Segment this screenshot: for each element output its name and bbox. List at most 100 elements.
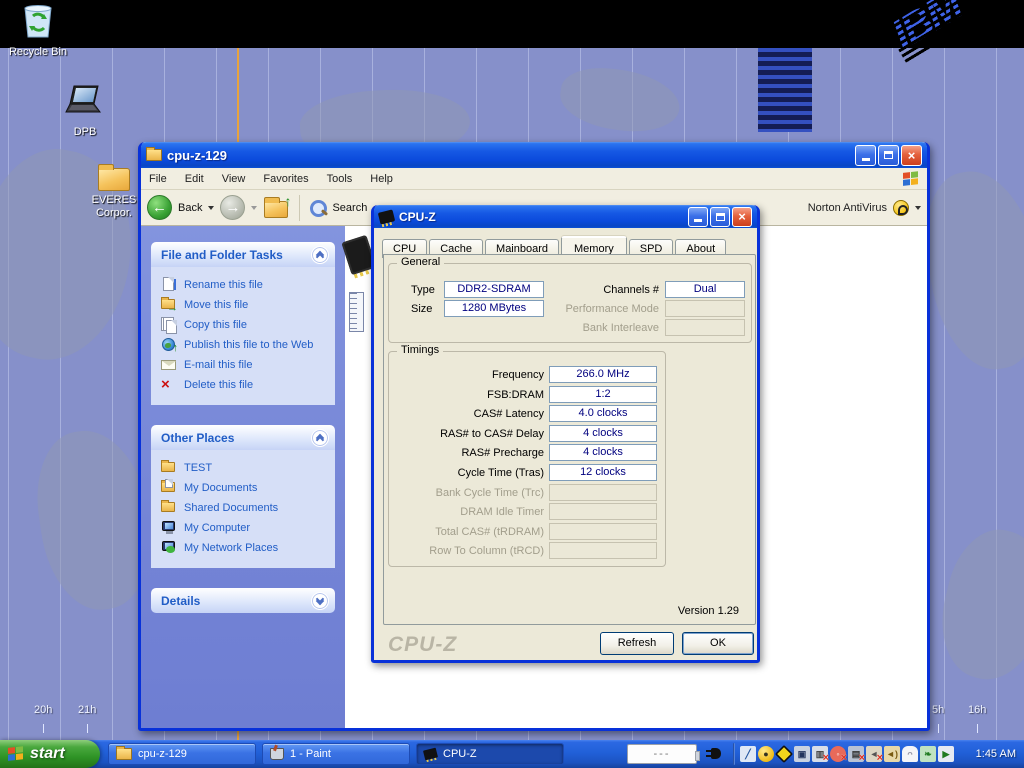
explorer-titlebar[interactable]: cpu-z-129 ×: [141, 142, 927, 168]
menu-help[interactable]: Help: [370, 173, 393, 185]
menu-favorites[interactable]: Favorites: [263, 173, 308, 185]
task-rename-this-file[interactable]: Rename this file: [161, 275, 329, 295]
norton-antivirus-icon[interactable]: ●: [758, 746, 774, 762]
other-places-panel: Other Places TEST My Documents Shared Do…: [151, 425, 335, 568]
total-cas-value: [549, 523, 657, 540]
ultranav-pointer-icon[interactable]: ╱: [740, 746, 756, 762]
channels-value: Dual: [665, 281, 745, 298]
windows-logo-icon: [903, 171, 919, 187]
expand-chevron-icon[interactable]: [311, 592, 329, 610]
taskbar-clock[interactable]: 1:45 AM: [976, 740, 1016, 768]
place-shared-documents[interactable]: Shared Documents: [161, 498, 329, 518]
maximize-button[interactable]: [878, 145, 899, 166]
ok-button[interactable]: OK: [682, 632, 754, 655]
chip-icon: [423, 748, 438, 761]
wireless-icon[interactable]: ❧: [920, 746, 936, 762]
computer-icon: [161, 520, 177, 536]
system-tray: ╱ ● ▣ ▥× ◦× ▤× ◄× ◄) ᴖ ❧ ▶: [740, 746, 954, 762]
back-button[interactable]: ←: [147, 195, 172, 220]
forward-button[interactable]: →: [220, 195, 245, 220]
timezone-label: 20h: [34, 704, 52, 733]
task-delete-this-file[interactable]: × Delete this file: [161, 375, 329, 395]
task-move-this-file[interactable]: → Move this file: [161, 295, 329, 315]
fsb-dram-value: 1:2: [549, 386, 657, 403]
battery-meter: ---: [627, 744, 697, 764]
dram-idle-timer-label: DRAM Idle Timer: [399, 506, 544, 518]
explorer-menubar: File Edit View Favorites Tools Help: [141, 168, 927, 190]
details-panel: Details: [151, 588, 335, 613]
refresh-button[interactable]: Refresh: [600, 632, 674, 655]
task-copy-this-file[interactable]: Copy this file: [161, 315, 329, 335]
bank-interleave-label: Bank Interleave: [549, 322, 659, 334]
chip-icon: [378, 209, 395, 224]
timings-group: Timings Frequency 266.0 MHz FSB:DRAM 1:2…: [388, 351, 666, 567]
close-button[interactable]: ×: [732, 207, 752, 227]
norton-antivirus-toolbar[interactable]: Norton AntiVirus: [808, 200, 921, 216]
taskbar-task-cpuz[interactable]: CPU-Z: [416, 743, 564, 765]
audio-muted-icon[interactable]: ◄×: [866, 746, 882, 762]
desktop-icon-recycle-bin[interactable]: Recycle Bin: [0, 4, 76, 59]
maximize-button[interactable]: [710, 207, 730, 227]
my-documents-icon: [161, 480, 177, 496]
messenger-offline-icon[interactable]: ◦×: [830, 746, 846, 762]
details-header[interactable]: Details: [151, 588, 335, 613]
place-my-documents[interactable]: My Documents: [161, 478, 329, 498]
search-icon[interactable]: [310, 200, 326, 216]
cpuz-dialog-title: CPU-Z: [399, 210, 683, 224]
ras-to-cas-label: RAS# to CAS# Delay: [399, 428, 544, 440]
dram-idle-timer-value: [549, 503, 657, 520]
hardware-dock-icon[interactable]: ▣: [794, 746, 810, 762]
close-button[interactable]: ×: [901, 145, 922, 166]
network-unplugged-icon[interactable]: ▥×: [812, 746, 828, 762]
cas-latency-value: 4.0 clocks: [549, 405, 657, 422]
norton-shield-icon: [893, 200, 909, 216]
taskbar-task-paint[interactable]: 1 - Paint: [262, 743, 410, 765]
minimize-button[interactable]: [688, 207, 708, 227]
menu-edit[interactable]: Edit: [185, 173, 204, 185]
file-icon[interactable]: [349, 292, 364, 332]
volume-icon[interactable]: ◄): [884, 746, 900, 762]
menu-tools[interactable]: Tools: [327, 173, 353, 185]
back-dropdown-caret[interactable]: [208, 206, 214, 210]
back-button-label[interactable]: Back: [178, 202, 202, 214]
folder-icon: [161, 500, 177, 516]
norton-dropdown-caret[interactable]: [915, 206, 921, 210]
ras-to-cas-value: 4 clocks: [549, 425, 657, 442]
display-settings-icon[interactable]: ▶: [938, 746, 954, 762]
laptop-icon: [62, 84, 108, 120]
file-and-folder-tasks-header[interactable]: File and Folder Tasks: [151, 242, 335, 267]
network-places-icon: [161, 540, 177, 556]
frequency-value: 266.0 MHz: [549, 366, 657, 383]
start-button[interactable]: start: [0, 740, 100, 768]
paint-icon: [270, 748, 284, 760]
collapse-chevron-icon[interactable]: [311, 429, 329, 447]
version-text: Version 1.29: [678, 605, 739, 617]
minimize-button[interactable]: [855, 145, 876, 166]
place-my-network-places[interactable]: My Network Places: [161, 538, 329, 558]
power-scheme-icon[interactable]: [775, 745, 793, 763]
cpuz-titlebar[interactable]: CPU-Z ×: [374, 205, 757, 228]
wallpaper-stripe-decoration: [758, 48, 812, 132]
taskbar-task-cpu-z-129[interactable]: cpu-z-129: [108, 743, 256, 765]
other-places-header[interactable]: Other Places: [151, 425, 335, 450]
menu-view[interactable]: View: [222, 173, 246, 185]
place-test[interactable]: TEST: [161, 458, 329, 478]
explorer-task-pane: File and Folder Tasks Rename this file →…: [141, 226, 345, 728]
task-email-this-file[interactable]: E-mail this file: [161, 355, 329, 375]
task-publish-this-file[interactable]: ↑ Publish this file to the Web: [161, 335, 329, 355]
place-my-computer[interactable]: My Computer: [161, 518, 329, 538]
timezone-label: 5h: [932, 704, 944, 733]
device-removed-icon[interactable]: ▤×: [848, 746, 864, 762]
ghost-backup-icon[interactable]: ᴖ: [902, 746, 918, 762]
menu-file[interactable]: File: [149, 173, 167, 185]
desktop-icon-dpb[interactable]: DPB: [47, 84, 123, 139]
folder-icon: [146, 149, 162, 161]
total-cas-label: Total CAS# (tRDRAM): [399, 526, 544, 538]
channels-label: Channels #: [579, 284, 659, 296]
up-one-level-button[interactable]: ↑: [263, 197, 289, 219]
search-button-label[interactable]: Search: [332, 202, 367, 214]
cycle-time-label: Cycle Time (Tras): [399, 467, 544, 479]
tray-divider: [733, 743, 735, 765]
collapse-chevron-icon[interactable]: [311, 246, 329, 264]
forward-dropdown-caret[interactable]: [251, 206, 257, 210]
